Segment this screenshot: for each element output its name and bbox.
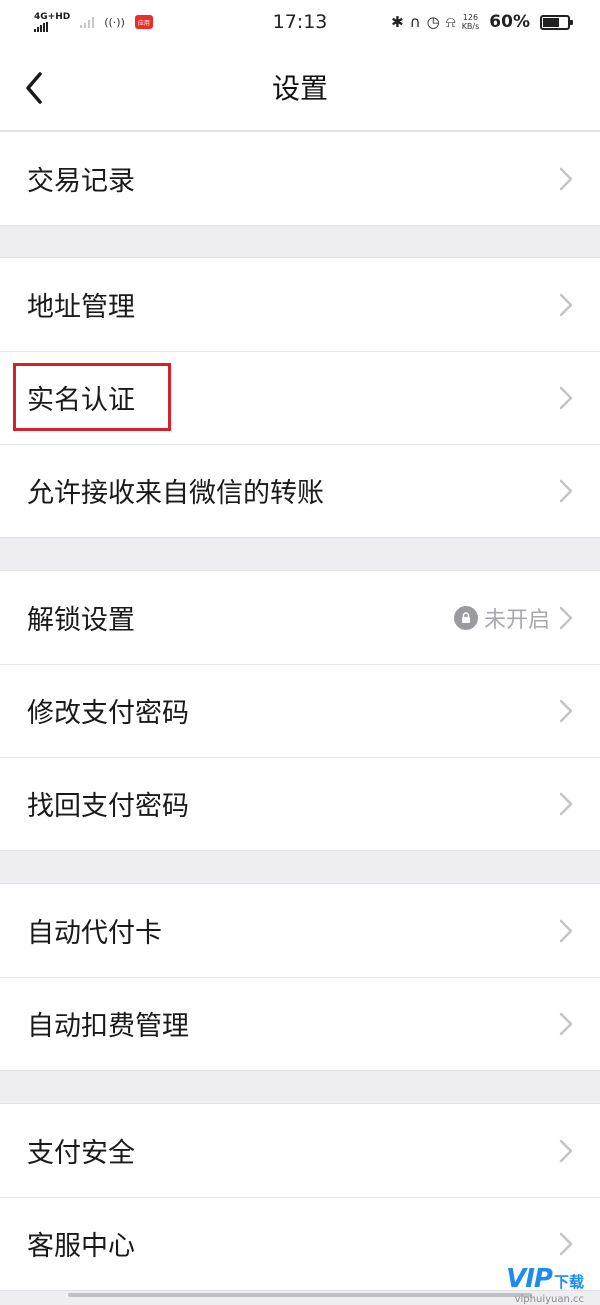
group-security-passwords: 解锁设置 未开启 修改支付密码 找回支付密码 bbox=[0, 570, 600, 851]
chevron-right-icon bbox=[559, 293, 573, 316]
menu-item-label: 允许接收来自微信的转账 bbox=[27, 478, 324, 509]
watermark-brand: VIP bbox=[506, 1264, 553, 1294]
menu-item-change-payment-password[interactable]: 修改支付密码 bbox=[0, 664, 600, 757]
group-account: 地址管理 实名认证 允许接收来自微信的转账 bbox=[0, 257, 600, 538]
chevron-right-icon bbox=[559, 699, 573, 722]
battery-percent: 60% bbox=[489, 12, 530, 32]
menu-item-unlock-settings[interactable]: 解锁设置 未开启 bbox=[0, 571, 600, 664]
back-button[interactable] bbox=[22, 68, 52, 108]
menu-item-label: 交易记录 bbox=[27, 166, 135, 197]
group-auto-payments: 自动代付卡 自动扣费管理 bbox=[0, 883, 600, 1071]
mute-icon: ⍾ bbox=[445, 13, 456, 31]
menu-item-real-name-verification[interactable]: 实名认证 bbox=[0, 351, 600, 444]
menu-item-address-management[interactable]: 地址管理 bbox=[0, 258, 600, 351]
chevron-right-icon bbox=[559, 1139, 573, 1162]
group-transactions: 交易记录 bbox=[0, 131, 600, 226]
speed-unit: KB/s bbox=[461, 22, 480, 31]
network-speed: 126 KB/s bbox=[462, 13, 480, 31]
bluetooth-icon: ✱ bbox=[391, 13, 404, 31]
menu-item-auto-pay-card[interactable]: 自动代付卡 bbox=[0, 884, 600, 977]
alarm-icon: ◷ bbox=[426, 13, 440, 31]
menu-item-label: 找回支付密码 bbox=[27, 791, 189, 822]
menu-item-label: 解锁设置 bbox=[27, 605, 135, 636]
chevron-right-icon bbox=[559, 386, 573, 409]
status-left: 4G+HD ((·)) 应用 bbox=[34, 12, 153, 32]
secondary-signal-icon bbox=[80, 16, 95, 28]
lock-icon bbox=[453, 605, 478, 630]
unlock-status: 未开启 bbox=[453, 602, 550, 634]
menu-item-label: 客服中心 bbox=[27, 1231, 135, 1262]
chevron-right-icon bbox=[559, 606, 573, 629]
wifi-hotspot-icon: ((·)) bbox=[104, 15, 125, 29]
status-bar: 4G+HD ((·)) 应用 17:13 ✱ ∩ ◷ ⍾ 126 KB/s 60… bbox=[0, 0, 600, 44]
unlock-status-text: 未开启 bbox=[483, 607, 550, 633]
menu-item-auto-deduction-management[interactable]: 自动扣费管理 bbox=[0, 977, 600, 1070]
chevron-right-icon bbox=[559, 792, 573, 815]
watermark-cn: 下载 bbox=[553, 1273, 584, 1291]
chevron-right-icon bbox=[559, 1232, 573, 1255]
speed-value: 126 bbox=[462, 13, 479, 22]
clock: 17:13 bbox=[272, 11, 328, 33]
status-right: ✱ ∩ ◷ ⍾ 126 KB/s 60% bbox=[391, 12, 573, 32]
home-indicator bbox=[68, 1293, 532, 1297]
battery-icon bbox=[540, 14, 573, 30]
chevron-left-icon bbox=[26, 72, 42, 104]
chevron-right-icon bbox=[559, 167, 573, 190]
chevron-right-icon bbox=[559, 1012, 573, 1035]
menu-item-label: 修改支付密码 bbox=[27, 698, 189, 729]
menu-item-payment-security[interactable]: 支付安全 bbox=[0, 1104, 600, 1197]
chevron-right-icon bbox=[559, 479, 573, 502]
headphones-icon: ∩ bbox=[409, 13, 421, 31]
menu-item-recover-payment-password[interactable]: 找回支付密码 bbox=[0, 757, 600, 850]
group-support: 支付安全 客服中心 bbox=[0, 1103, 600, 1291]
menu-item-label: 实名认证 bbox=[27, 385, 135, 416]
menu-item-transaction-records[interactable]: 交易记录 bbox=[0, 132, 600, 225]
watermark-logo: VIP 下载 viphuiyuan.cc bbox=[506, 1264, 584, 1305]
menu-item-label: 地址管理 bbox=[27, 292, 135, 323]
chevron-right-icon bbox=[559, 919, 573, 942]
menu-item-label: 支付安全 bbox=[27, 1138, 135, 1169]
page-title: 设置 bbox=[271, 72, 328, 105]
cellular-signal-icon: 4G+HD bbox=[34, 12, 70, 32]
app-notification-icon: 应用 bbox=[134, 15, 153, 29]
navigation-bar: 设置 bbox=[0, 44, 600, 131]
menu-item-label: 自动代付卡 bbox=[27, 918, 162, 949]
menu-item-allow-wechat-transfer[interactable]: 允许接收来自微信的转账 bbox=[0, 444, 600, 537]
menu-item-label: 自动扣费管理 bbox=[27, 1011, 189, 1042]
network-type: 4G+HD bbox=[34, 12, 71, 22]
